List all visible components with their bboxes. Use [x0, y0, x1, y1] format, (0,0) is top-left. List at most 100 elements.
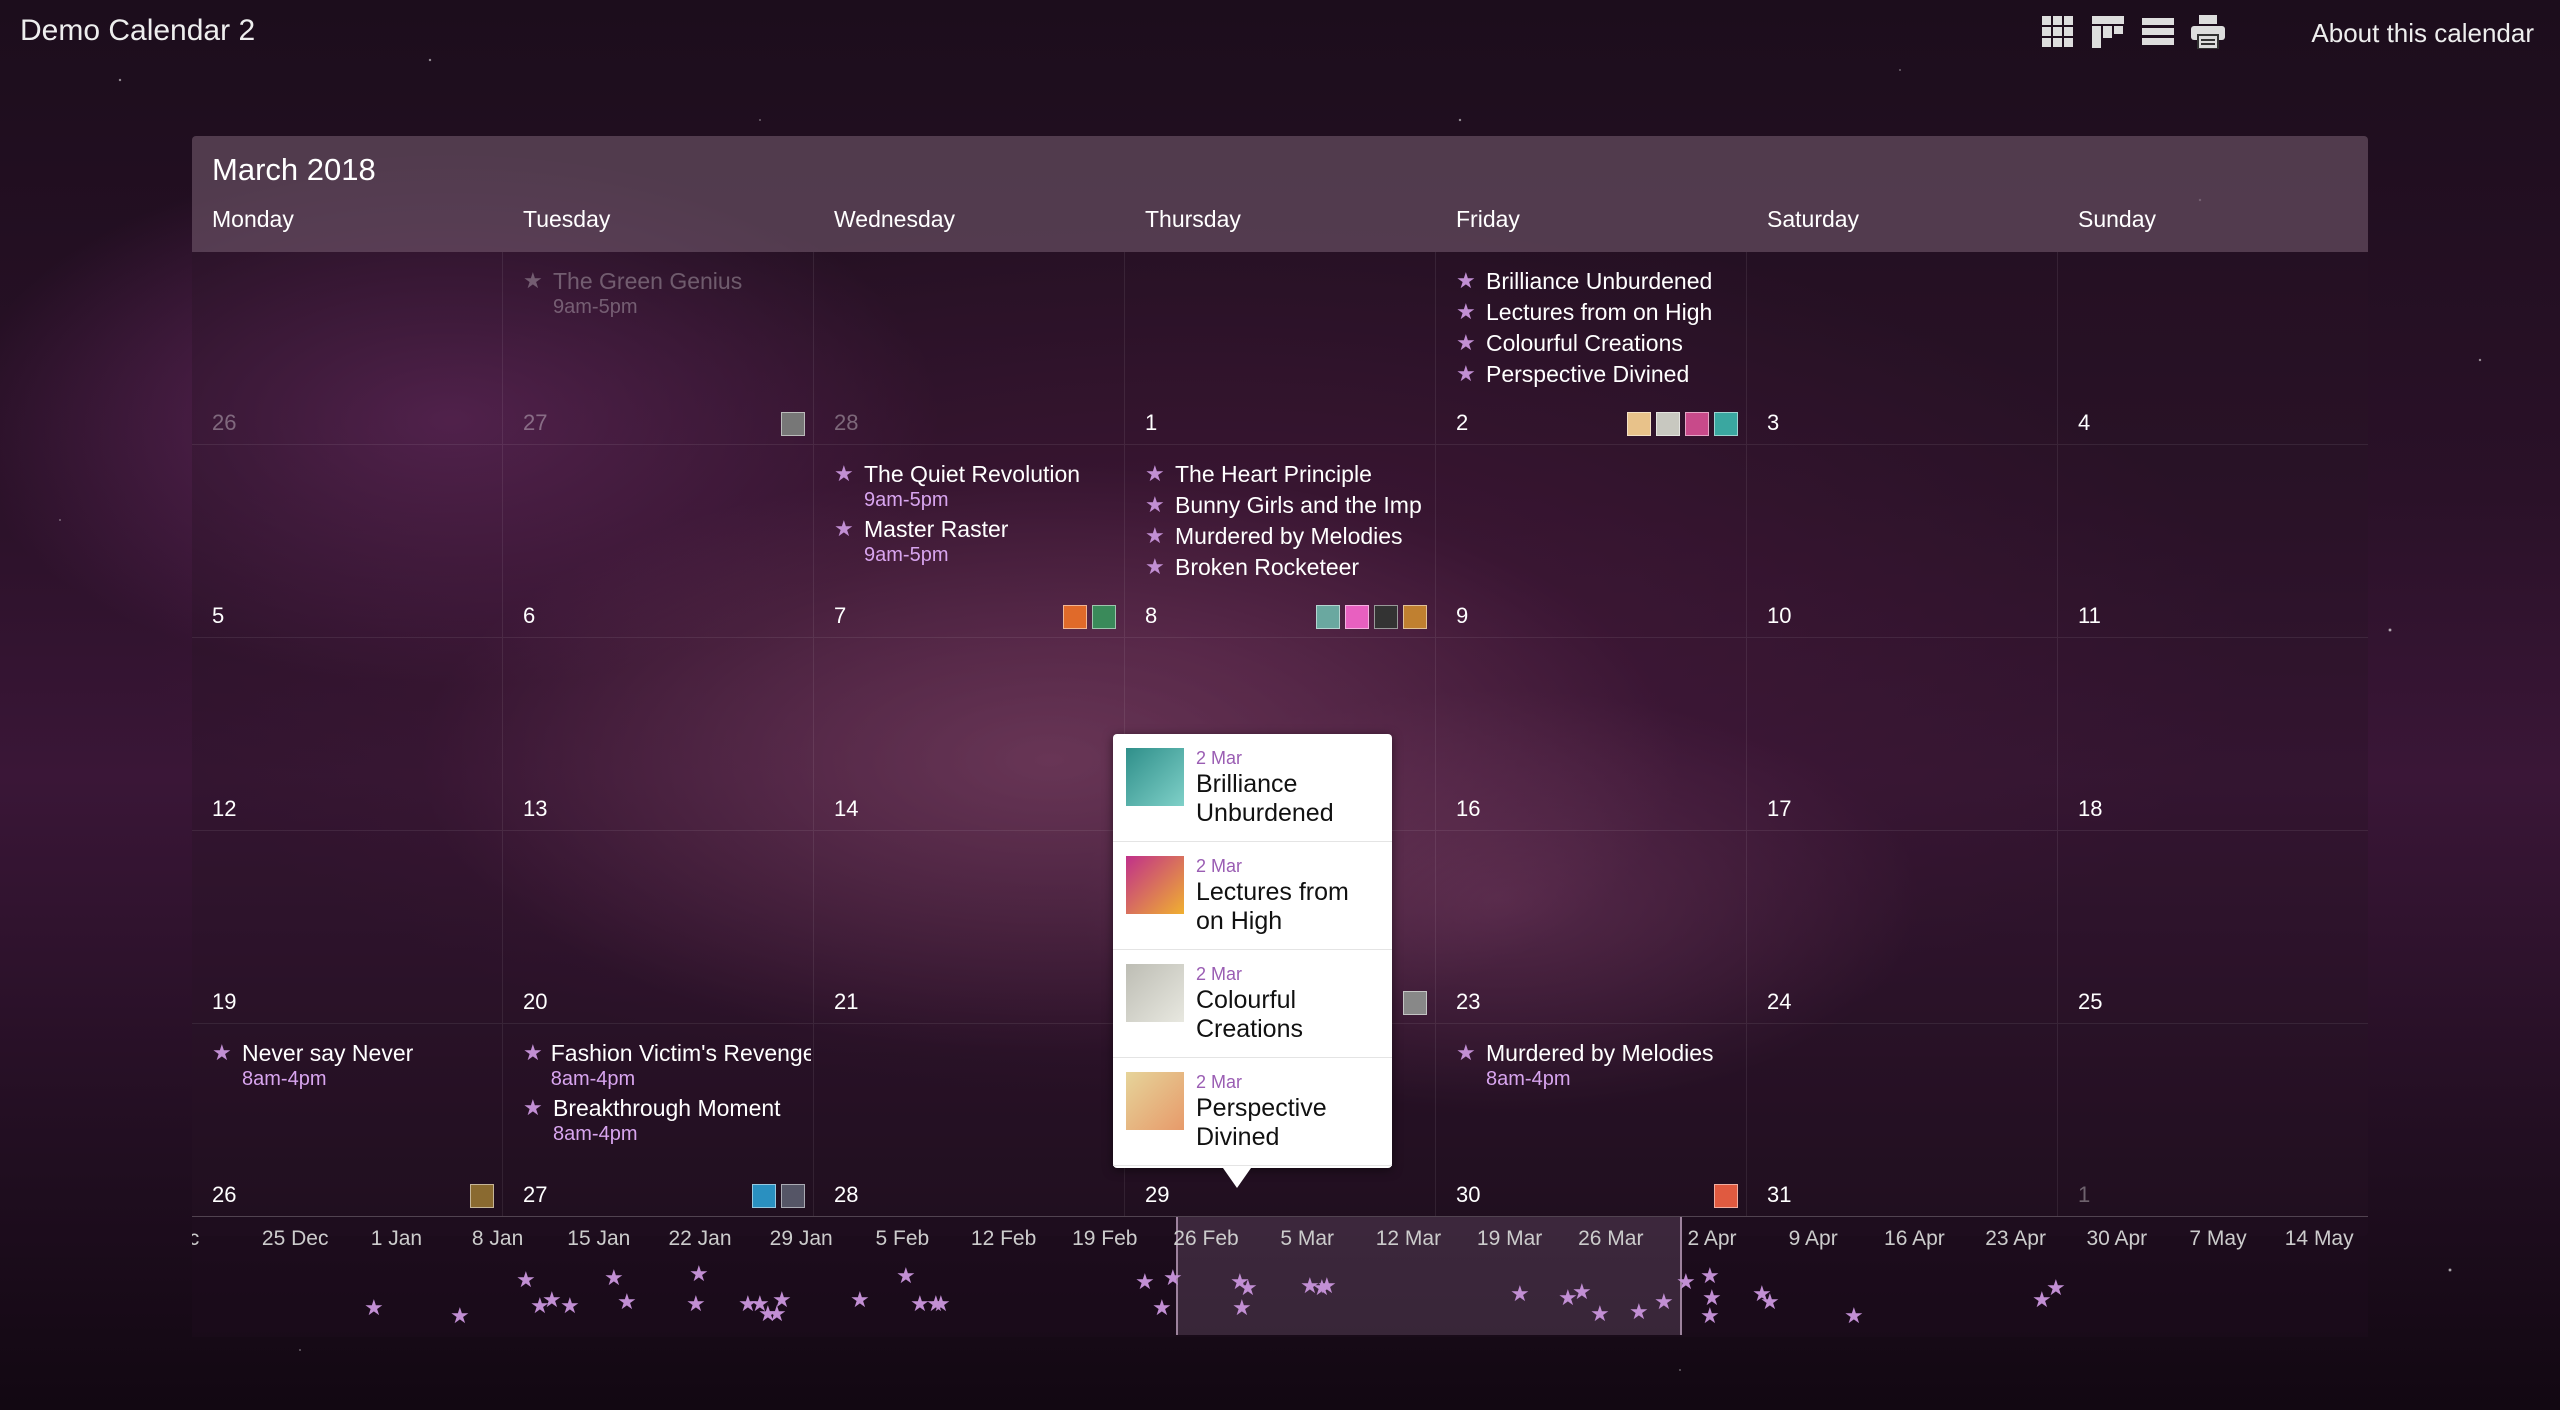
day-cell[interactable]: 3 [1747, 252, 2058, 445]
day-cell[interactable]: ★ Murdered by Melodies 8am-4pm 30 [1436, 1024, 1747, 1217]
event-item[interactable]: ★ Broken Rocketeer [1145, 554, 1429, 581]
timeline-event-marker[interactable]: ★ [1700, 1265, 1720, 1287]
day-cell[interactable]: 5 [192, 445, 503, 638]
timeline-event-marker[interactable]: ★ [617, 1291, 637, 1313]
timeline-event-marker[interactable]: ★ [450, 1305, 470, 1327]
popup-event-item[interactable]: 2 Mar Perspective Divined [1113, 1058, 1392, 1166]
event-thumbnail[interactable] [1656, 412, 1680, 436]
day-cell[interactable]: 9 [1436, 445, 1747, 638]
day-cell[interactable]: 10 [1747, 445, 2058, 638]
event-item[interactable]: ★ The Green Genius 9am-5pm [523, 268, 807, 319]
timeline-event-marker[interactable]: ★ [1654, 1291, 1674, 1313]
day-cell[interactable]: 14 [814, 638, 1125, 831]
event-item[interactable]: ★ The Quiet Revolution 9am-5pm [834, 461, 1118, 512]
timeline-event-marker[interactable]: ★ [560, 1295, 580, 1317]
day-cell[interactable]: 13 [503, 638, 814, 831]
event-item[interactable]: ★ Lectures from on High [1456, 299, 1740, 326]
day-cell[interactable]: ★ The Heart Principle ★ Bunny Girls and the… [1125, 445, 1436, 638]
day-cell[interactable]: 26 [192, 252, 503, 445]
timeline-event-marker[interactable]: ★ [604, 1267, 624, 1289]
event-thumbnail[interactable] [1345, 605, 1369, 629]
day-cell[interactable]: 18 [2058, 638, 2368, 831]
timeline-event-marker[interactable]: ★ [2046, 1277, 2066, 1299]
timeline-event-marker[interactable]: ★ [850, 1289, 870, 1311]
event-thumbnail[interactable] [1316, 605, 1340, 629]
print-icon[interactable] [2190, 14, 2226, 50]
timeline-event-marker[interactable]: ★ [1590, 1303, 1610, 1325]
timeline-event-marker[interactable]: ★ [1135, 1271, 1155, 1293]
about-calendar-link[interactable]: About this calendar [2311, 18, 2534, 49]
timeline-event-marker[interactable]: ★ [1163, 1267, 1183, 1289]
event-thumbnail[interactable] [1714, 412, 1738, 436]
timeline-event-marker[interactable]: ★ [1844, 1305, 1864, 1327]
timeline-event-marker[interactable]: ★ [931, 1293, 951, 1315]
event-item[interactable]: ★ Perspective Divined [1456, 361, 1740, 388]
timeline-event-marker[interactable]: ★ [1629, 1301, 1649, 1323]
day-cell[interactable]: 28 [814, 252, 1125, 445]
timeline-event-marker[interactable]: ★ [1700, 1305, 1720, 1327]
event-thumbnail[interactable] [752, 1184, 776, 1208]
timeline-overview[interactable]: c 25 Dec 1 Jan 8 Jan 15 Jan 22 Jan 29 Jan 5 Feb… [192, 1216, 2368, 1337]
event-thumbnail[interactable] [781, 1184, 805, 1208]
event-item[interactable]: ★ Breakthrough Moment 8am-4pm [523, 1095, 807, 1146]
day-cell[interactable]: 20 [503, 831, 814, 1024]
week-view-icon[interactable] [2090, 14, 2126, 50]
event-item[interactable]: ★ Murdered by Melodies [1145, 523, 1429, 550]
event-item[interactable]: ★ Colourful Creations [1456, 330, 1740, 357]
event-item[interactable]: ★ Brilliance Unburdened [1456, 268, 1740, 295]
event-thumbnail[interactable] [1403, 605, 1427, 629]
event-thumbnail[interactable] [1374, 605, 1398, 629]
day-cell[interactable]: 1 [2058, 1024, 2368, 1217]
timeline-event-marker[interactable]: ★ [1510, 1283, 1530, 1305]
event-item[interactable]: ★ Never say Never 8am-4pm [212, 1040, 496, 1091]
event-thumbnail[interactable] [1627, 412, 1651, 436]
popup-event-item[interactable]: 2 Mar Colourful Creations [1113, 950, 1392, 1058]
day-cell[interactable]: 4 [2058, 252, 2368, 445]
day-cell[interactable]: ★ Fashion Victim's Revenge 8am-4pm ★ Breakth… [503, 1024, 814, 1217]
day-cell[interactable]: 19 [192, 831, 503, 1024]
timeline-event-marker[interactable]: ★ [1317, 1275, 1337, 1297]
day-cell[interactable]: 17 [1747, 638, 2058, 831]
event-thumbnail[interactable] [1685, 412, 1709, 436]
event-item[interactable]: ★ Murdered by Melodies 8am-4pm [1456, 1040, 1740, 1091]
day-cell[interactable]: ★ The Green Genius 9am-5pm 27 [503, 252, 814, 445]
event-thumbnail[interactable] [1403, 991, 1427, 1015]
timeline-event-marker[interactable]: ★ [1572, 1281, 1592, 1303]
day-cell[interactable]: 1 [1125, 252, 1436, 445]
timeline-event-marker[interactable]: ★ [1232, 1297, 1252, 1319]
list-view-icon[interactable] [2140, 14, 2176, 50]
day-cell[interactable]: ★ The Quiet Revolution 9am-5pm ★ Master Rast… [814, 445, 1125, 638]
event-thumbnail[interactable] [781, 412, 805, 436]
day-cell[interactable]: 16 [1436, 638, 1747, 831]
timeline-event-marker[interactable]: ★ [516, 1269, 536, 1291]
day-cell[interactable]: 11 [2058, 445, 2368, 638]
day-cell[interactable]: ★ Never say Never 8am-4pm 26 [192, 1024, 503, 1217]
day-cell[interactable]: 21 [814, 831, 1125, 1024]
day-cell[interactable]: 28 [814, 1024, 1125, 1217]
event-item[interactable]: ★ Bunny Girls and the Imp [1145, 492, 1429, 519]
day-cell[interactable]: 12 [192, 638, 503, 831]
timeline-event-marker[interactable]: ★ [1676, 1271, 1696, 1293]
event-item[interactable]: ★ Fashion Victim's Revenge 8am-4pm [523, 1040, 811, 1091]
timeline-event-marker[interactable]: ★ [896, 1265, 916, 1287]
month-view-icon[interactable] [2040, 14, 2076, 50]
timeline-event-marker[interactable]: ★ [1760, 1291, 1780, 1313]
event-thumbnail[interactable] [1092, 605, 1116, 629]
timeline-event-marker[interactable]: ★ [767, 1303, 787, 1325]
timeline-event-marker[interactable]: ★ [542, 1289, 562, 1311]
event-item[interactable]: ★ Master Raster 9am-5pm [834, 516, 1118, 567]
popup-event-item[interactable]: 2 Mar Lectures from on High [1113, 842, 1392, 950]
event-item[interactable]: ★ The Heart Principle [1145, 461, 1429, 488]
day-cell[interactable]: ★ Brilliance Unburdened ★ Lectures from on … [1436, 252, 1747, 445]
day-cell[interactable]: 24 [1747, 831, 2058, 1024]
day-cell[interactable]: 25 [2058, 831, 2368, 1024]
day-cell[interactable]: 23 [1436, 831, 1747, 1024]
day-cell[interactable]: 6 [503, 445, 814, 638]
day-cell[interactable]: 31 [1747, 1024, 2058, 1217]
event-thumbnail[interactable] [1063, 605, 1087, 629]
popup-event-item[interactable]: 2 Mar Brilliance Unburdened [1113, 734, 1392, 842]
event-thumbnail[interactable] [470, 1184, 494, 1208]
event-thumbnail[interactable] [1714, 1184, 1738, 1208]
timeline-event-marker[interactable]: ★ [364, 1297, 384, 1319]
timeline-event-marker[interactable]: ★ [686, 1293, 706, 1315]
